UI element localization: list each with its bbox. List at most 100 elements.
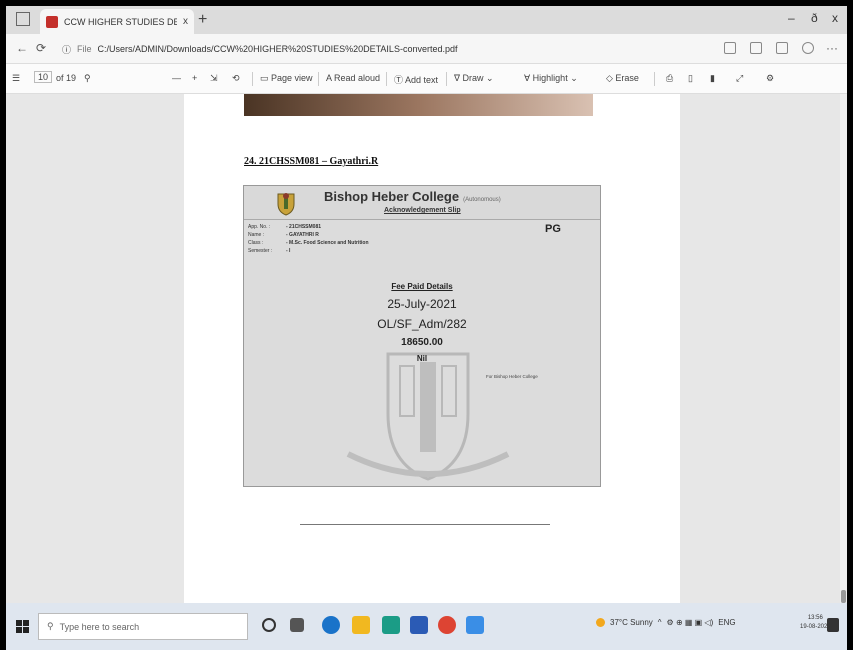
chrome-icon[interactable] (438, 616, 456, 634)
fee-amount: 18650.00 (401, 337, 443, 348)
notifications-icon[interactable] (827, 618, 839, 632)
tab-actions-icon[interactable] (16, 12, 30, 26)
autonomous-label: (Autonomous) (463, 197, 501, 203)
read-mode-icon[interactable] (724, 42, 736, 54)
student-details: App. No. : - 21CHSSM081 Name : - GAYATHRI … (248, 223, 369, 255)
tab-close-icon[interactable]: x (183, 16, 188, 27)
acknowledgement-slip-image: Bishop Heber College (Autonomous) Acknowl… (243, 185, 601, 487)
highlight-button[interactable]: ∀ Highlight ⌄ (524, 73, 578, 84)
tab-pdf-document[interactable]: CCW HIGHER STUDIES DETAILS x (40, 9, 194, 34)
more-menu-button[interactable]: ··· (826, 41, 838, 55)
file-explorer-icon[interactable] (466, 616, 484, 634)
close-window-button[interactable]: x (832, 11, 838, 25)
search-icon: ⚲ (47, 621, 54, 631)
taskbar-search-box[interactable]: ⚲ Type here to search (38, 613, 248, 640)
fullscreen-icon[interactable]: ⤢ (736, 73, 743, 84)
received-by-text: For Bishop Heber College (486, 374, 538, 379)
file-label: File (77, 44, 92, 54)
store-icon[interactable] (352, 616, 370, 634)
fit-width-icon[interactable]: ⇲ (210, 73, 218, 84)
zoom-in-button[interactable]: + (192, 73, 197, 83)
add-text-label: Add text (405, 75, 439, 85)
page-view-label: Page view (271, 73, 313, 83)
college-seal-watermark-icon (346, 352, 510, 481)
scrollbar-thumb[interactable] (841, 590, 846, 603)
pdf-toolbar: ☰ 10 of 19 ⚲ — + ⇲ ⟲ ▭ Page view A Read … (6, 64, 847, 94)
fee-balance: Nil (416, 354, 428, 363)
contents-icon[interactable]: ☰ (12, 73, 20, 84)
read-aloud-button[interactable]: A Read aloud (326, 73, 380, 83)
weather-text[interactable]: 37°C Sunny (610, 618, 653, 627)
fee-reference: OL/SF_Adm/282 (377, 317, 467, 331)
weather-icon[interactable] (596, 618, 605, 627)
detail-label: App. No. : (248, 224, 271, 230)
college-logo-icon (277, 193, 295, 216)
detail-row: App. No. : - 21CHSSM081 (248, 223, 369, 231)
college-name-text: Bishop Heber College (324, 189, 460, 204)
maximize-button[interactable]: ð (811, 11, 818, 25)
detail-value: - M.Sc. Food Science and Nutrition (286, 240, 369, 246)
detail-row: Class : - M.Sc. Food Science and Nutritio… (248, 239, 369, 247)
search-placeholder: Type here to search (59, 621, 140, 632)
cortana-icon[interactable] (262, 618, 276, 632)
settings-icon[interactable]: ⚙ (766, 73, 774, 84)
pdf-icon (46, 15, 58, 28)
tray-icons[interactable]: ⚙ ⊕ ▦ ▣ ◁) (667, 618, 714, 627)
show-hidden-icons-icon[interactable]: ^ (658, 618, 662, 627)
language-indicator[interactable]: ENG (718, 618, 735, 627)
slip-title: Acknowledgement Slip (384, 207, 461, 214)
detail-row: Name : - GAYATHRI R (248, 231, 369, 239)
erase-button[interactable]: ◇ Erase (606, 73, 639, 84)
college-name: Bishop Heber College (Autonomous) (324, 189, 501, 204)
detail-value: - 21CHSSM081 (286, 224, 322, 230)
erase-label: Erase (615, 73, 639, 83)
detail-row: Semester : - I (248, 247, 369, 255)
course-type: PG (545, 223, 561, 235)
edge-icon[interactable] (322, 616, 340, 634)
detail-label: Semester : (248, 248, 273, 254)
info-icon[interactable]: ⓘ (62, 43, 71, 56)
add-text-button[interactable]: Ⓣ Add text (394, 73, 438, 86)
student-caption: 24. 21CHSSM081 – Gayathri.R (244, 156, 379, 167)
previous-image-fragment (244, 94, 593, 116)
fee-heading: Fee Paid Details (391, 282, 453, 291)
save-icon[interactable]: ▯ (688, 73, 693, 84)
url-field[interactable]: ⓘ File C:/Users/ADMIN/Downloads/CCW%20HI… (62, 39, 702, 59)
draw-button[interactable]: ∇ Draw ⌄ (454, 73, 494, 84)
url-text: C:/Users/ADMIN/Downloads/CCW%20HIGHER%20… (97, 44, 458, 54)
refresh-icon[interactable]: ⟳ (36, 41, 46, 55)
page-total: of 19 (56, 73, 77, 83)
rotate-icon[interactable]: ⟲ (232, 73, 240, 84)
word-icon[interactable] (410, 616, 428, 634)
favorite-icon[interactable] (750, 42, 762, 54)
browser-window: CCW HIGHER STUDIES DETAILS x + – ð x ← ⟳… (6, 6, 847, 650)
search-icon[interactable]: ⚲ (84, 73, 91, 84)
app-icon[interactable] (382, 616, 400, 634)
task-view-icon[interactable] (290, 618, 304, 632)
document-viewer[interactable]: 24. 21CHSSM081 – Gayathri.R Bishop Heber… (6, 94, 847, 603)
page-number-input[interactable]: 10 (34, 71, 53, 83)
highlight-label: Highlight (532, 73, 568, 83)
draw-label: Draw (462, 73, 484, 83)
detail-value: - GAYATHRI R (286, 232, 319, 238)
detail-value: - I (286, 248, 291, 254)
profile-icon[interactable] (802, 42, 814, 54)
new-tab-button[interactable]: + (198, 11, 207, 29)
minimize-button[interactable]: – (788, 11, 795, 25)
pdf-page: 24. 21CHSSM081 – Gayathri.R Bishop Heber… (184, 94, 680, 603)
slip-header: Bishop Heber College (Autonomous) Acknowl… (244, 186, 600, 220)
zoom-out-button[interactable]: — (172, 73, 181, 83)
fee-date: 25-July-2021 (387, 297, 457, 311)
fee-details: Fee Paid Details 25-July-2021 OL/SF_Adm/… (244, 282, 600, 363)
collections-icon[interactable] (776, 42, 788, 54)
windows-start-icon[interactable] (16, 620, 29, 633)
page-view-button[interactable]: ▭ Page view (260, 73, 313, 84)
detail-label: Name : (248, 232, 265, 238)
print-icon[interactable]: ⎙ (666, 73, 673, 84)
read-aloud-label: Read aloud (334, 73, 381, 83)
system-tray: 37°C Sunny ^ ⚙ ⊕ ▦ ▣ ◁) ENG (596, 618, 736, 627)
taskbar: ⚲ Type here to search 37°C Sunny ^ ⚙ ⊕ ▦… (6, 603, 847, 650)
vertical-scrollbar[interactable] (840, 94, 847, 603)
save-as-icon[interactable]: ▮ (710, 73, 715, 84)
back-icon[interactable]: ← (16, 41, 28, 55)
